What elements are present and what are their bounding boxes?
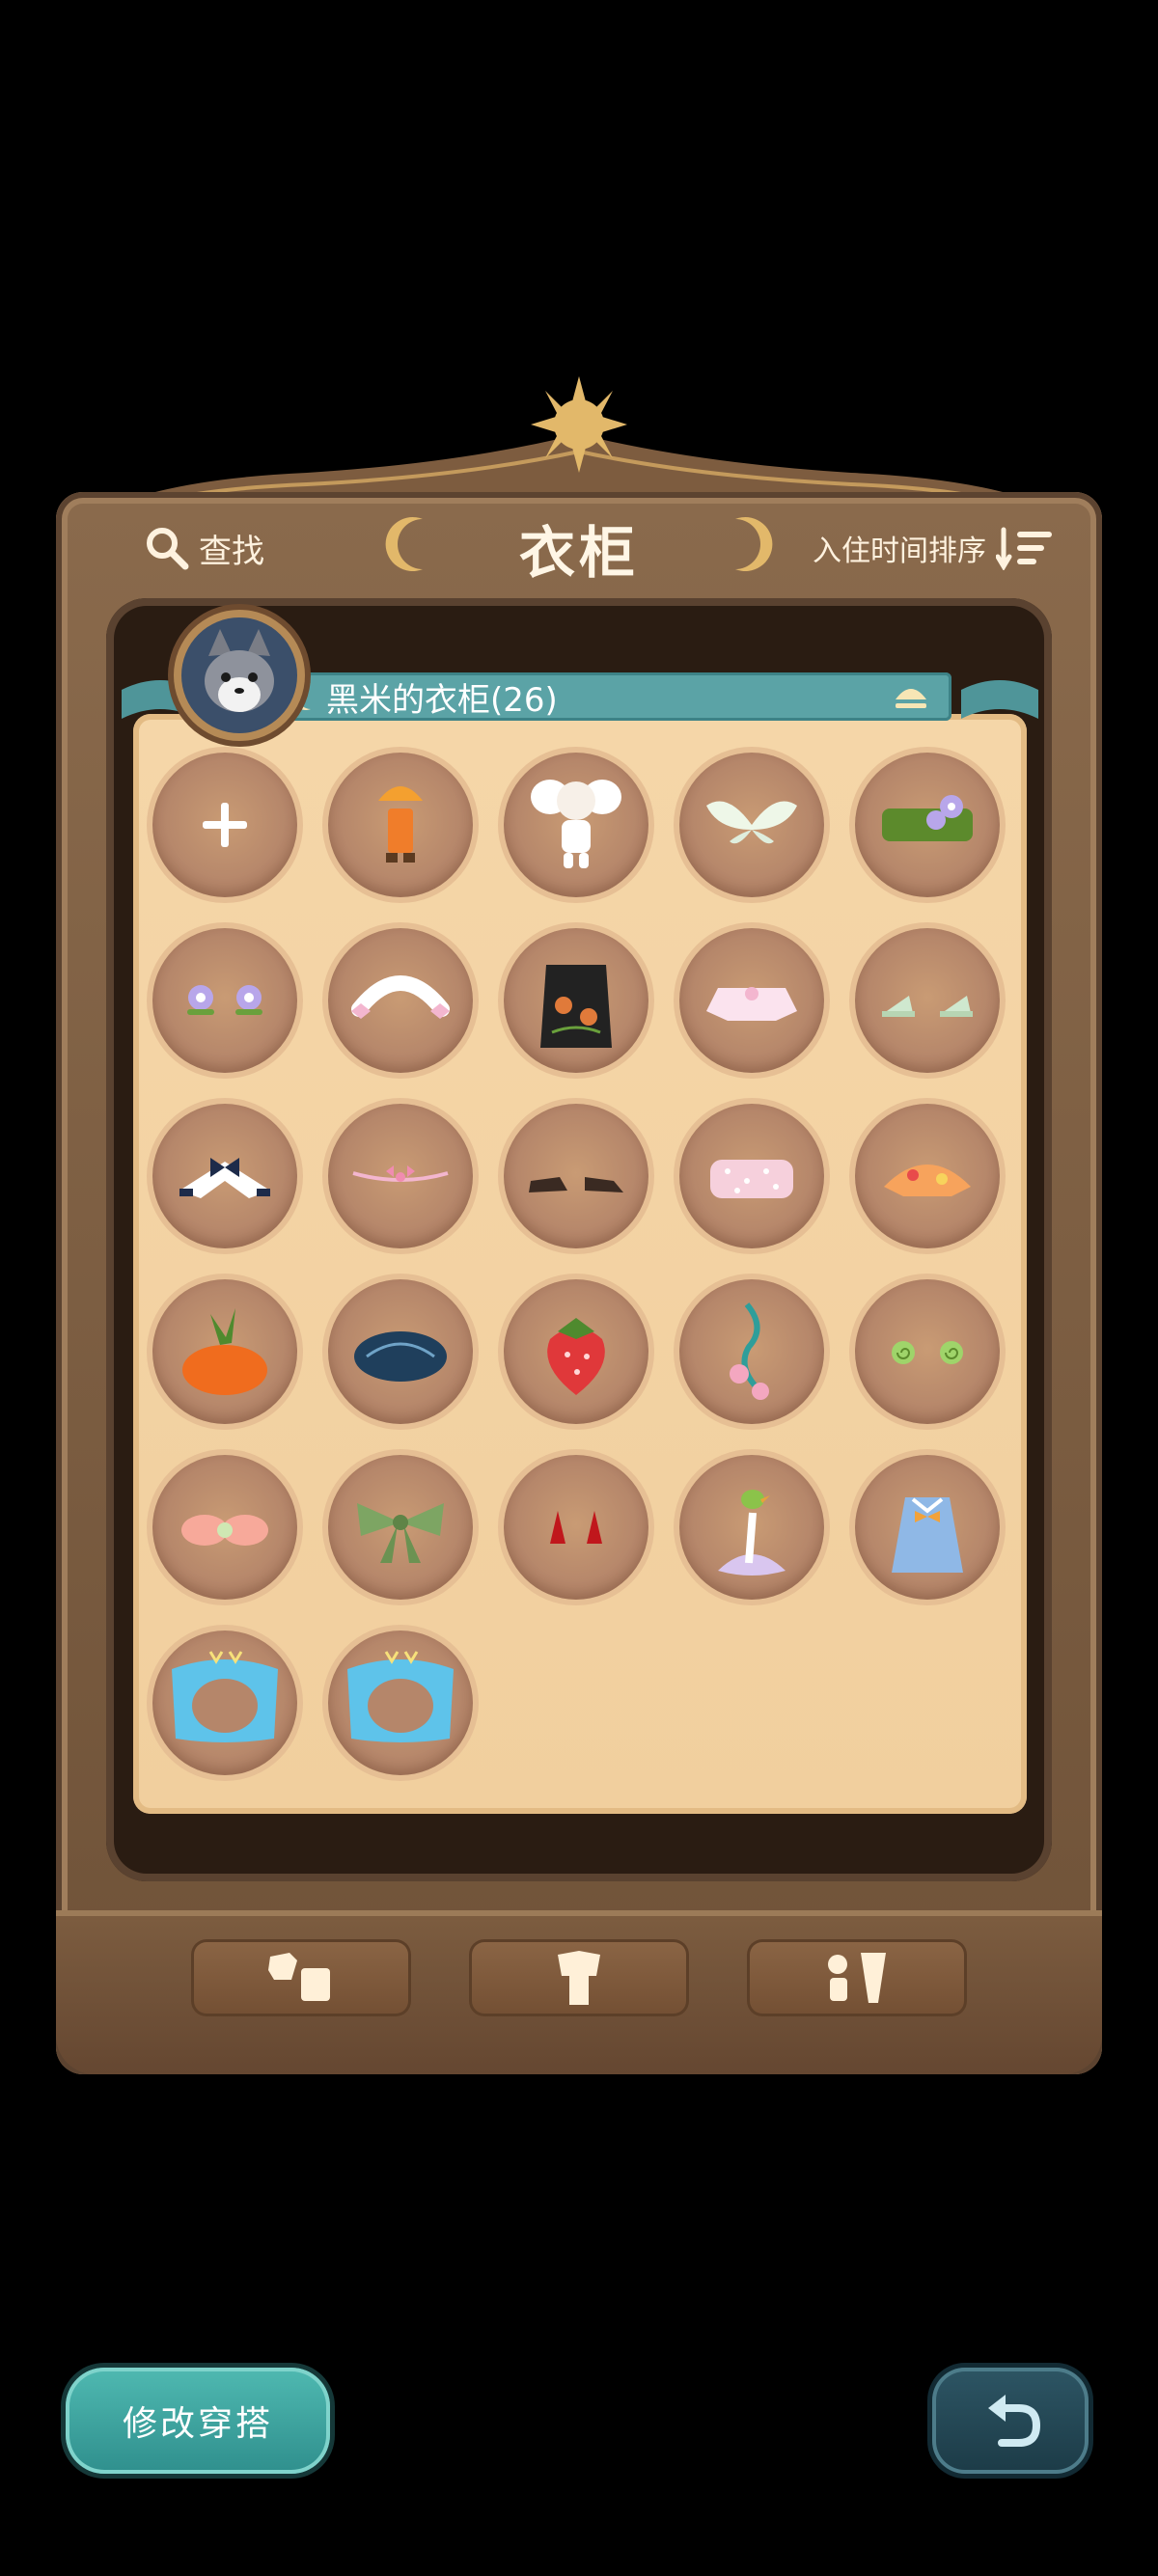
wardrobe-item[interactable] [328, 1455, 473, 1600]
wardrobe-item[interactable] [679, 1279, 824, 1424]
avatar [181, 617, 297, 733]
wardrobe-item[interactable] [152, 1104, 297, 1248]
wardrobe-item[interactable] [679, 1104, 824, 1248]
green-snail-clips-icon [892, 1341, 963, 1364]
orange-umbrella-outfit-icon [378, 786, 423, 863]
strawberry-hat-icon [547, 1318, 605, 1395]
add-item-button[interactable] [152, 753, 297, 897]
sort-icon [996, 527, 1052, 570]
teal-flower-charm-icon [730, 1302, 769, 1400]
wardrobe-header: 查找 衣柜 入住时间排序 [56, 502, 1102, 598]
white-elephant-costume-icon [531, 780, 621, 868]
wardrobe-item[interactable] [152, 1631, 297, 1775]
top-bottom-clothing-icon [268, 1953, 330, 2001]
wardrobe-item[interactable] [328, 928, 473, 1073]
back-button[interactable] [932, 2368, 1089, 2474]
wardrobe-item[interactable] [855, 928, 1000, 1073]
pink-ribbon-top-icon [706, 987, 797, 1021]
carrot-hat-icon [182, 1308, 267, 1395]
wardrobe-item[interactable] [679, 928, 824, 1073]
purple-flower-clips-icon [187, 985, 262, 1015]
sun-ornament-icon [502, 376, 656, 473]
navy-bow-collar-icon [179, 1158, 270, 1198]
wardrobe-owner-label: 黑米的衣柜(26) [326, 680, 558, 720]
wardrobe-item[interactable] [855, 1104, 1000, 1248]
navy-beret-icon [354, 1331, 447, 1382]
wardrobe-item[interactable] [152, 1455, 297, 1600]
cat-avatar-icon [183, 619, 295, 731]
wardrobe-cabinet: 查找 衣柜 入住时间排序 黑米的衣柜(26) [56, 376, 1102, 2074]
wardrobe-item[interactable] [855, 1279, 1000, 1424]
edit-outfit-label: 修改穿搭 [122, 2404, 273, 2444]
red-horns-icon [550, 1511, 602, 1544]
blue-butterfly-frame-icon [347, 1651, 454, 1742]
green-flower-belt-icon [882, 795, 973, 841]
peach-fluffy-accessory-icon [181, 1515, 268, 1546]
wardrobe-item[interactable] [504, 1279, 648, 1424]
plus-icon [203, 803, 247, 847]
mint-shoes-icon [882, 996, 973, 1017]
wardrobe-item[interactable] [504, 1104, 648, 1248]
green-ribbon-bow-icon [357, 1503, 444, 1563]
wardrobe-item[interactable] [504, 753, 648, 897]
black-pumpkin-apron-icon [540, 965, 612, 1048]
wardrobe-item[interactable] [328, 753, 473, 897]
moon-left-icon [385, 517, 423, 571]
wardrobe-item[interactable] [855, 753, 1000, 897]
collapse-icon[interactable] [892, 682, 930, 711]
outfit-icon [558, 1951, 600, 2005]
banner-bar: 黑米的衣柜(26) [266, 672, 951, 721]
wardrobe-item[interactable] [152, 928, 297, 1073]
tab-clothing[interactable] [191, 1939, 411, 2016]
wardrobe-item[interactable] [679, 1455, 824, 1600]
wardrobe-item[interactable] [504, 1455, 648, 1600]
wardrobe-item[interactable] [152, 1279, 297, 1424]
accessory-icon [828, 1953, 886, 2003]
wardrobe-item[interactable] [328, 1279, 473, 1424]
sort-label: 入住时间排序 [813, 534, 986, 568]
sort-button[interactable]: 入住时间排序 [813, 521, 1056, 575]
wardrobe-item[interactable] [855, 1455, 1000, 1600]
wardrobe-item[interactable] [328, 1631, 473, 1775]
brown-shoes-icon [529, 1177, 623, 1192]
pink-polka-top-icon [710, 1160, 793, 1198]
wardrobe-item[interactable] [679, 753, 824, 897]
wardrobe-item[interactable] [328, 1104, 473, 1248]
bird-flower-hat-icon [718, 1490, 786, 1576]
white-wings-icon [706, 801, 797, 844]
tab-outfit[interactable] [469, 1939, 689, 2016]
blue-butterfly-frame-icon [172, 1651, 278, 1742]
floral-scarf-icon [884, 1165, 971, 1196]
white-bow-headband-icon [351, 975, 450, 1019]
tab-accessory[interactable] [747, 1939, 967, 2016]
wardrobe-item[interactable] [504, 928, 648, 1073]
edit-outfit-button[interactable]: 修改穿搭 [66, 2368, 330, 2474]
blue-bow-dress-icon [892, 1497, 963, 1573]
back-arrow-icon [988, 2395, 1041, 2447]
moon-right-icon [735, 517, 773, 571]
pink-bead-necklace-icon [352, 1165, 449, 1182]
